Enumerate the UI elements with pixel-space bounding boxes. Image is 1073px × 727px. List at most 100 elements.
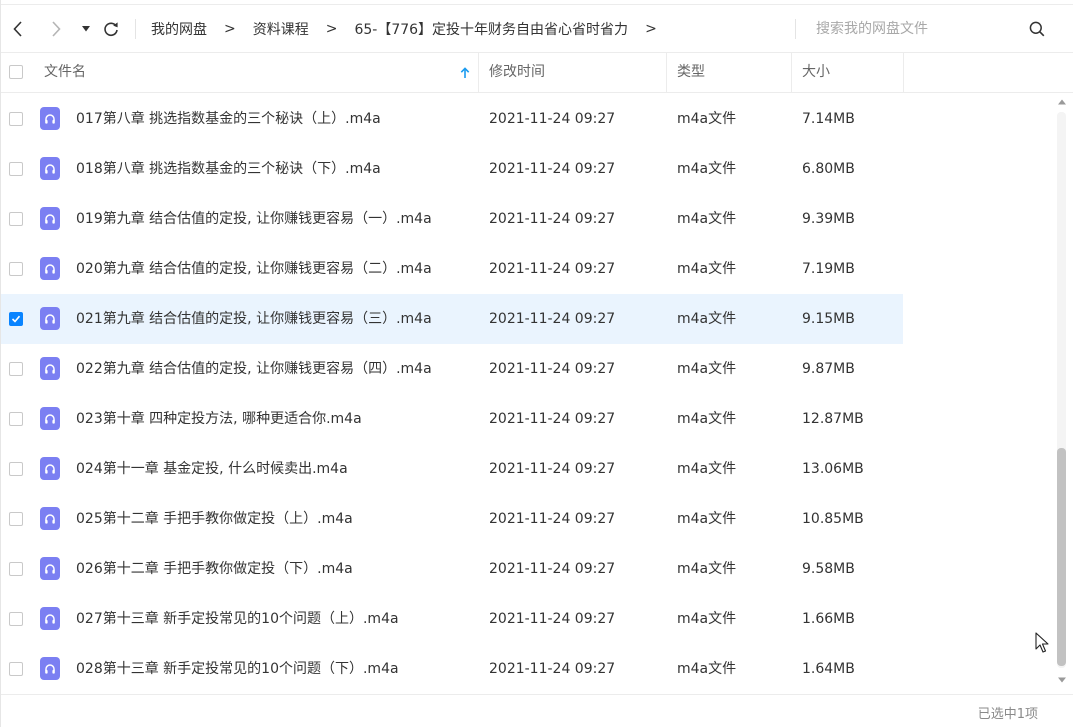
row-checkbox[interactable] bbox=[9, 362, 23, 376]
caret-up-icon bbox=[1058, 99, 1066, 105]
table-row[interactable]: 018第八章 挑选指数基金的三个秘诀（下）.m4a 2021-11-24 09:2… bbox=[1, 144, 903, 194]
audio-file-icon bbox=[40, 557, 60, 580]
breadcrumb-item-courses[interactable]: 资料课程 bbox=[253, 19, 309, 39]
search-divider bbox=[795, 19, 796, 39]
row-checkbox[interactable] bbox=[9, 262, 23, 276]
column-header-type-label: 类型 bbox=[677, 64, 705, 80]
headphones-icon bbox=[45, 263, 55, 274]
table-row[interactable]: 026第十二章 手把手教你做定投（下）.m4a 2021-11-24 09:27 m… bbox=[1, 544, 903, 594]
column-header-modified[interactable]: 修改时间 bbox=[489, 53, 665, 92]
file-type: m4a文件 bbox=[677, 611, 737, 627]
breadcrumb-item-my-netdisk[interactable]: 我的网盘 bbox=[151, 19, 207, 39]
history-dropdown-button[interactable] bbox=[79, 5, 93, 53]
sort-ascending-indicator[interactable] bbox=[460, 53, 470, 92]
search-input[interactable] bbox=[816, 5, 1026, 53]
audio-file-icon bbox=[40, 657, 60, 680]
column-header-name[interactable]: 文件名 bbox=[44, 53, 478, 92]
column-divider[interactable] bbox=[478, 53, 479, 92]
column-header-type[interactable]: 类型 bbox=[677, 53, 789, 92]
table-row[interactable]: 022第九章 结合估值的定投, 让你赚钱更容易（四）.m4a 2021-11-24… bbox=[1, 344, 903, 394]
file-type: m4a文件 bbox=[677, 461, 737, 477]
scroll-down-button[interactable] bbox=[1054, 672, 1070, 688]
table-row[interactable]: 024第十一章 基金定投, 什么时候卖出.m4a 2021-11-24 09:27… bbox=[1, 444, 903, 494]
table-row[interactable]: 019第九章 结合估值的定投, 让你赚钱更容易（一）.m4a 2021-11-24… bbox=[1, 194, 903, 244]
headphones-icon bbox=[45, 463, 55, 474]
table-header: 文件名 修改时间 类型 大小 bbox=[1, 53, 1073, 93]
file-type: m4a文件 bbox=[677, 361, 737, 377]
search-icon bbox=[1029, 21, 1045, 37]
file-size: 12.87MB bbox=[802, 411, 864, 427]
table-row[interactable]: 023第十章 四种定投方法, 哪种更适合你.m4a 2021-11-24 09:2… bbox=[1, 394, 903, 444]
table-row[interactable]: 027第十三章 新手定投常见的10个问题（上）.m4a 2021-11-24 09… bbox=[1, 594, 903, 644]
file-size: 7.14MB bbox=[802, 111, 855, 127]
file-name: 026第十二章 手把手教你做定投（下）.m4a bbox=[76, 561, 353, 577]
file-name: 027第十三章 新手定投常见的10个问题（上）.m4a bbox=[76, 611, 399, 627]
chevron-left-icon bbox=[13, 21, 22, 37]
file-name: 024第十一章 基金定投, 什么时候卖出.m4a bbox=[76, 461, 348, 477]
file-type: m4a文件 bbox=[677, 211, 737, 227]
search-button[interactable] bbox=[1025, 5, 1049, 53]
file-type: m4a文件 bbox=[677, 311, 737, 327]
file-name: 018第八章 挑选指数基金的三个秘诀（下）.m4a bbox=[76, 161, 381, 177]
row-checkbox[interactable] bbox=[9, 212, 23, 226]
file-size: 10.85MB bbox=[802, 511, 864, 527]
file-name: 023第十章 四种定投方法, 哪种更适合你.m4a bbox=[76, 411, 362, 427]
column-divider[interactable] bbox=[666, 53, 667, 92]
file-modified-time: 2021-11-24 09:27 bbox=[489, 461, 616, 477]
table-row[interactable]: 020第九章 结合估值的定投, 让你赚钱更容易（二）.m4a 2021-11-24… bbox=[1, 244, 903, 294]
back-button[interactable] bbox=[7, 5, 29, 53]
row-checkbox[interactable] bbox=[9, 512, 23, 526]
row-checkbox[interactable] bbox=[9, 112, 23, 126]
vertical-scrollbar[interactable] bbox=[1054, 94, 1070, 694]
refresh-icon bbox=[104, 22, 118, 37]
row-checkbox[interactable] bbox=[9, 612, 23, 626]
check-icon bbox=[11, 315, 21, 323]
table-row[interactable]: 017第八章 挑选指数基金的三个秘诀（上）.m4a 2021-11-24 09:2… bbox=[1, 94, 903, 144]
breadcrumb-item-current-folder[interactable]: 65-【776】定投十年财务自由省心省时省力 bbox=[354, 19, 628, 39]
column-header-modified-label: 修改时间 bbox=[489, 64, 545, 80]
status-bar: 已选中1项 bbox=[1, 694, 1073, 727]
audio-file-icon bbox=[40, 257, 60, 280]
file-size: 9.15MB bbox=[802, 311, 855, 327]
breadcrumb-trailing-dropdown[interactable]: > bbox=[645, 21, 657, 37]
select-all-checkbox[interactable] bbox=[9, 65, 23, 79]
refresh-button[interactable] bbox=[101, 5, 121, 53]
row-checkbox[interactable] bbox=[9, 312, 23, 326]
headphones-icon bbox=[45, 563, 55, 574]
column-header-size[interactable]: 大小 bbox=[802, 53, 902, 92]
row-checkbox[interactable] bbox=[9, 462, 23, 476]
audio-file-icon bbox=[40, 457, 60, 480]
file-modified-time: 2021-11-24 09:27 bbox=[489, 161, 616, 177]
file-list: 017第八章 挑选指数基金的三个秘诀（上）.m4a 2021-11-24 09:2… bbox=[1, 94, 1051, 694]
file-modified-time: 2021-11-24 09:27 bbox=[489, 411, 616, 427]
file-modified-time: 2021-11-24 09:27 bbox=[489, 611, 616, 627]
table-row[interactable]: 028第十三章 新手定投常见的10个问题（下）.m4a 2021-11-24 09… bbox=[1, 644, 903, 694]
file-type: m4a文件 bbox=[677, 561, 737, 577]
file-size: 6.80MB bbox=[802, 161, 855, 177]
file-name: 019第九章 结合估值的定投, 让你赚钱更容易（一）.m4a bbox=[76, 211, 432, 227]
file-name: 022第九章 结合估值的定投, 让你赚钱更容易（四）.m4a bbox=[76, 361, 432, 377]
audio-file-icon bbox=[40, 507, 60, 530]
navigation-bar: 我的网盘 > 资料课程 > 65-【776】定投十年财务自由省心省时省力 > bbox=[1, 4, 1073, 53]
file-name: 025第十二章 手把手教你做定投（上）.m4a bbox=[76, 511, 353, 527]
caret-down-icon bbox=[82, 26, 90, 32]
table-row[interactable]: 025第十二章 手把手教你做定投（上）.m4a 2021-11-24 09:27 m… bbox=[1, 494, 903, 544]
row-checkbox[interactable] bbox=[9, 412, 23, 426]
audio-file-icon bbox=[40, 357, 60, 380]
audio-file-icon bbox=[40, 157, 60, 180]
file-type: m4a文件 bbox=[677, 111, 737, 127]
scroll-thumb[interactable] bbox=[1057, 448, 1066, 666]
scroll-up-button[interactable] bbox=[1054, 94, 1070, 110]
headphones-icon bbox=[45, 613, 55, 624]
row-checkbox[interactable] bbox=[9, 662, 23, 676]
row-checkbox[interactable] bbox=[9, 162, 23, 176]
audio-file-icon bbox=[40, 407, 60, 430]
table-row[interactable]: 021第九章 结合估值的定投, 让你赚钱更容易（三）.m4a 2021-11-24… bbox=[1, 294, 903, 344]
file-size: 1.66MB bbox=[802, 611, 855, 627]
forward-button[interactable] bbox=[45, 5, 67, 53]
row-checkbox[interactable] bbox=[9, 562, 23, 576]
file-modified-time: 2021-11-24 09:27 bbox=[489, 511, 616, 527]
file-type: m4a文件 bbox=[677, 161, 737, 177]
column-divider[interactable] bbox=[791, 53, 792, 92]
column-divider[interactable] bbox=[903, 53, 904, 92]
